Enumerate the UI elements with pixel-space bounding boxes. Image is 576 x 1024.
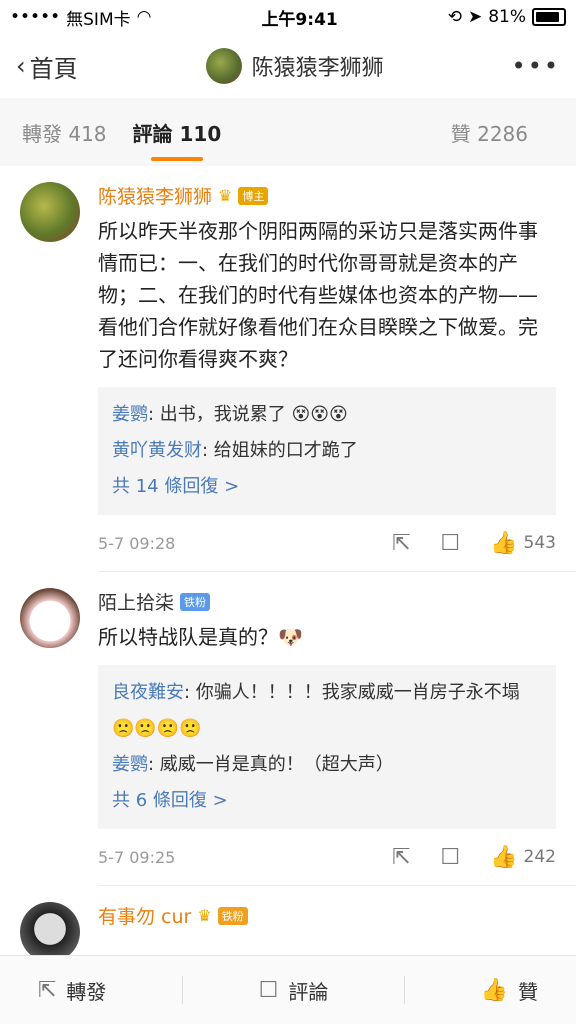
status-right: ⟲ ➤ 81% [448, 7, 566, 27]
more-icon[interactable]: ••• [512, 52, 560, 80]
wifi-icon: ◠ [136, 7, 152, 27]
comment-item: 陌上拾柒 铁粉 所以特战队是真的？🐶 良夜難安: 你骗人！！！！我家威威一肖房子… [0, 572, 576, 885]
share-icon[interactable]: ⇱ [392, 845, 410, 870]
reply-box[interactable]: 姜鹦: 出书，我说累了 😵😵😵 黄吖黄发财: 给姐妹的口才跪了 共 14 條回復… [98, 387, 556, 515]
tab-comments[interactable]: 評論 110 [133, 118, 221, 161]
comment-time: 5-7 09:25 [98, 847, 176, 867]
more-replies-link[interactable]: 共 6 條回復 > [112, 783, 542, 819]
chevron-left-icon: ‹ [16, 52, 26, 80]
reply-author[interactable]: 姜鹦 [112, 754, 148, 775]
reply-author[interactable]: 良夜難安 [112, 682, 184, 703]
battery-icon [532, 8, 566, 26]
comment-item: 陈猿猿李狮狮 ♛ 博主 所以昨天半夜那个阴阳两隔的采访只是落实两件事情而已：一、… [0, 166, 576, 571]
repost-button[interactable]: ⇱ 轉發 [38, 976, 106, 1005]
comment-item: 有事勿 cur ♛ 铁粉 [0, 886, 576, 962]
comment-actions: ⇱ ☐ 👍 543 [392, 531, 556, 556]
nav-bar: ‹ 首頁 陈猿猿李狮狮 ••• [0, 34, 576, 98]
comment-body: 陈猿猿李狮狮 ♛ 博主 所以昨天半夜那个阴阳两隔的采访只是落实两件事情而已：一、… [98, 182, 556, 571]
comment-text: 所以昨天半夜那个阴阳两隔的采访只是落实两件事情而已：一、在我们的时代你哥哥就是资… [98, 219, 538, 371]
reply-item: 良夜難安: 你骗人！！！！我家威威一肖房子永不塌 🙁🙁🙁🙁 [112, 682, 520, 739]
tab-bar: 轉發 418 評論 110 贊 2286 [0, 98, 576, 166]
reply-item: 姜鹦: 出书，我说累了 😵😵😵 [112, 404, 348, 425]
status-left: ••••• 無SIM卡 ◠ [10, 5, 151, 30]
thumbs-up-icon: 👍 [490, 844, 518, 870]
reply-item: 姜鹦: 威威一肖是真的！（超大声） [112, 754, 394, 775]
avatar[interactable] [20, 182, 80, 242]
reply-box[interactable]: 良夜難安: 你骗人！！！！我家威威一肖房子永不塌 🙁🙁🙁🙁 姜鹦: 威威一肖是真… [98, 665, 556, 829]
location-icon: ➤ [467, 7, 483, 27]
page-title: 陈猿猿李狮狮 [251, 56, 384, 81]
carrier-label: 無SIM卡 [66, 9, 131, 30]
status-bar: ••••• 無SIM卡 ◠ 上午9:41 ⟲ ➤ 81% [0, 0, 576, 34]
avatar[interactable] [20, 902, 80, 962]
reply-item: 黄吖黄发财: 给姐妹的口才跪了 [112, 440, 358, 461]
divider [181, 976, 183, 1004]
comment-footer: 5-7 09:25 ⇱ ☐ 👍 242 [98, 829, 556, 885]
comment-body: 有事勿 cur ♛ 铁粉 [98, 902, 556, 962]
comment-label: 評論 [288, 979, 329, 1004]
comment-text: 所以特战队是真的？🐶 [98, 625, 303, 649]
rotation-lock-icon: ⟲ [447, 7, 462, 27]
reply-author[interactable]: 黄吖黄发财 [112, 440, 202, 461]
tab-likes[interactable]: 贊 2286 [451, 118, 528, 147]
comment-footer: 5-7 09:28 ⇱ ☐ 👍 543 [98, 515, 556, 571]
share-icon: ⇱ [37, 977, 57, 1003]
like-button[interactable]: 👍 贊 [481, 976, 538, 1005]
like-count: 242 [523, 847, 556, 867]
crown-icon: ♛ [218, 186, 233, 205]
like-count: 543 [523, 533, 556, 553]
comment-author-name: 有事勿 cur [98, 906, 192, 928]
comment-author-name: 陌上拾柒 [98, 592, 175, 614]
share-icon[interactable]: ⇱ [392, 531, 410, 556]
thumbs-up-icon: 👍 [480, 977, 509, 1003]
tab-repost[interactable]: 轉發 418 [22, 118, 107, 147]
crown-icon: ♛ [197, 906, 212, 925]
more-replies-link[interactable]: 共 14 條回復 > [112, 469, 542, 505]
comment-body: 陌上拾柒 铁粉 所以特战队是真的？🐶 良夜難安: 你骗人！！！！我家威威一肖房子… [98, 588, 556, 885]
comment-icon: ☐ [258, 977, 279, 1003]
like-label: 贊 [518, 979, 539, 1004]
status-badge: 铁粉 [180, 592, 211, 611]
avatar[interactable] [20, 588, 80, 648]
comment-button[interactable]: ☐ 評論 [259, 976, 329, 1005]
status-badge: 博主 [238, 186, 269, 205]
bottom-action-bar: ⇱ 轉發 ☐ 評論 👍 贊 [0, 955, 576, 1024]
reply-author[interactable]: 姜鹦 [112, 404, 148, 425]
battery-percent: 81% [488, 7, 526, 27]
nav-title-group[interactable]: 陈猿猿李狮狮 [205, 48, 384, 84]
comment-icon[interactable]: ☐ [440, 845, 460, 870]
back-label: 首頁 [29, 54, 78, 83]
like-button[interactable]: 👍 242 [490, 845, 556, 870]
comment-author[interactable]: 有事勿 cur ♛ 铁粉 [98, 902, 556, 929]
comment-icon[interactable]: ☐ [440, 531, 460, 556]
comment-author[interactable]: 陌上拾柒 铁粉 [98, 588, 556, 615]
thumbs-up-icon: 👍 [490, 530, 518, 556]
repost-label: 轉發 [66, 979, 107, 1004]
comment-time: 5-7 09:28 [98, 533, 176, 553]
signal-icon: ••••• [10, 7, 61, 27]
status-time: 上午9:41 [261, 9, 338, 30]
divider [404, 976, 406, 1004]
reply-text: 给姐妹的口才跪了 [213, 440, 358, 461]
status-badge: 铁粉 [217, 906, 248, 925]
avatar [205, 48, 242, 84]
comment-author-name: 陈猿猿李狮狮 [98, 186, 213, 208]
comment-author[interactable]: 陈猿猿李狮狮 ♛ 博主 [98, 182, 556, 209]
reply-text: 威威一肖是真的！（超大声） [159, 754, 394, 775]
like-button[interactable]: 👍 543 [490, 531, 556, 556]
back-button[interactable]: ‹ 首頁 [16, 49, 78, 84]
reply-text: 出书，我说累了 😵😵😵 [159, 404, 348, 425]
comment-actions: ⇱ ☐ 👍 242 [392, 845, 556, 870]
